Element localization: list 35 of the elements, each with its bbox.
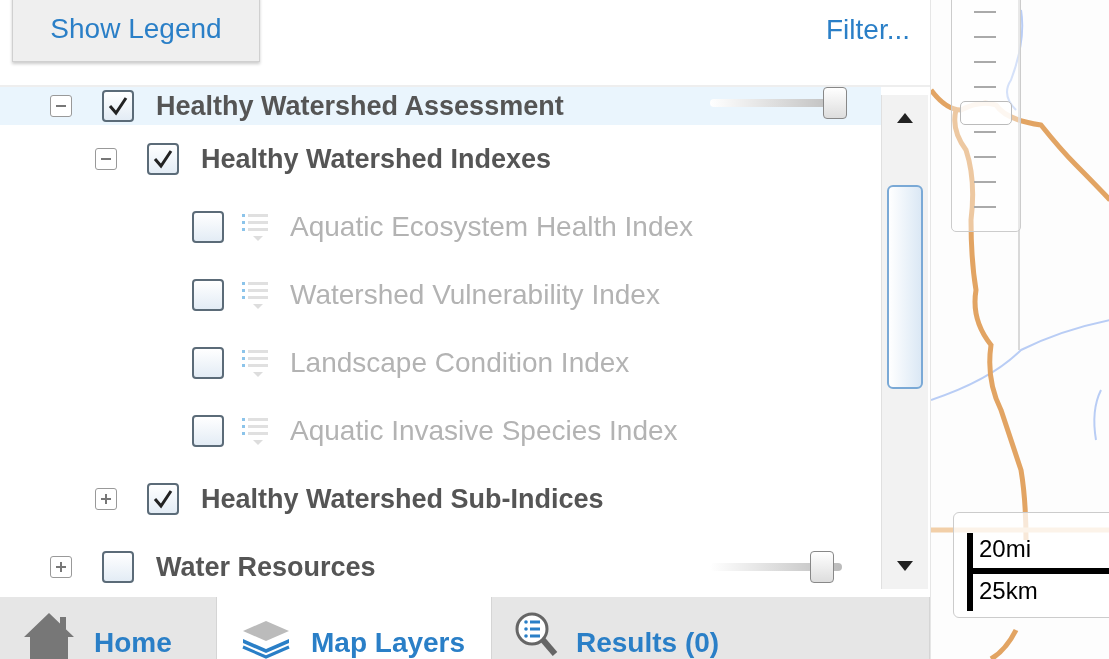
slider-thumb[interactable] xyxy=(810,551,835,583)
zoom-handle[interactable] xyxy=(960,101,1012,125)
legend-icon xyxy=(242,415,268,447)
slider-thumb[interactable] xyxy=(823,87,848,119)
legend-icon xyxy=(242,211,268,243)
layer-label[interactable]: Healthy Watershed Sub-Indices xyxy=(201,483,604,515)
expand-button[interactable] xyxy=(95,488,117,510)
collapse-button[interactable] xyxy=(95,148,117,170)
layer-label[interactable]: Water Resources xyxy=(156,551,376,583)
check-icon xyxy=(152,148,174,170)
show-legend-button[interactable]: Show Legend xyxy=(12,0,260,62)
filter-link[interactable]: Filter... xyxy=(826,14,910,46)
checkbox[interactable] xyxy=(102,90,134,122)
legend-icon xyxy=(242,347,268,379)
search-icon xyxy=(514,611,558,659)
tab[interactable]: Map Layers xyxy=(217,597,492,659)
plus-icon xyxy=(100,493,112,505)
layer-label[interactable]: Healthy Watershed Indexes xyxy=(201,143,552,175)
scale-label: 20mi xyxy=(979,535,1032,563)
collapse-button[interactable] xyxy=(50,95,72,117)
zoom-slider[interactable] xyxy=(951,0,1021,232)
check-icon xyxy=(107,95,129,117)
expand-button[interactable] xyxy=(50,556,72,578)
checkbox[interactable] xyxy=(102,551,134,583)
checkbox[interactable] xyxy=(147,483,179,515)
scroll-down-icon[interactable] xyxy=(897,561,913,571)
scroll-up-icon[interactable] xyxy=(897,113,913,123)
home-icon xyxy=(22,611,76,659)
scrollbar[interactable] xyxy=(881,95,928,589)
scale-label: 25km xyxy=(979,577,1038,605)
legend-icon xyxy=(242,279,268,311)
check-icon xyxy=(152,488,174,510)
checkbox[interactable] xyxy=(147,143,179,175)
scroll-thumb[interactable] xyxy=(887,185,923,389)
plus-icon xyxy=(55,561,67,573)
